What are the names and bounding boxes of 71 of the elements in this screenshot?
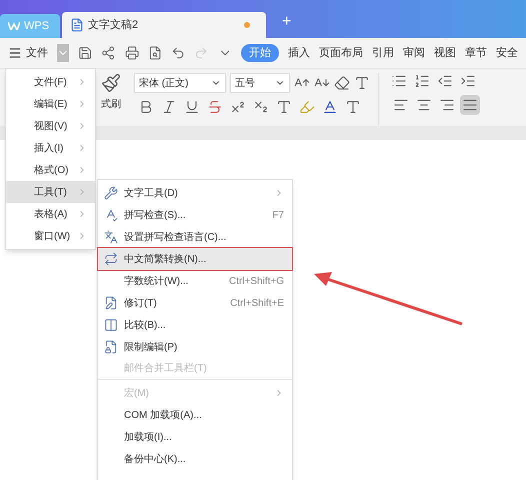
ribbon-tab[interactable]: 插入 (288, 44, 310, 62)
ribbon-tab[interactable]: 审阅 (402, 44, 425, 62)
menu-item[interactable]: 拼写检查(S)... F7 (98, 204, 292, 226)
wrench-icon (104, 186, 118, 200)
printer-icon[interactable] (124, 45, 139, 61)
menu-item[interactable]: 加载项(I)... (98, 426, 292, 448)
menu-item[interactable]: 编辑(E) (6, 93, 95, 115)
ribbon-tab[interactable]: 页面布局 (318, 44, 363, 62)
save-icon[interactable] (78, 45, 92, 61)
shortcut-label: Ctrl+Shift+G (228, 274, 284, 288)
eraser-icon[interactable] (334, 75, 350, 91)
menu-item[interactable]: 文字工具(D) (98, 182, 292, 204)
language-icon (104, 230, 118, 244)
text-effect-icon[interactable] (276, 99, 292, 115)
ribbon-tab[interactable]: 视图 (434, 44, 456, 62)
document-lock-icon (104, 340, 118, 354)
convert-icon (104, 252, 118, 266)
ribbon-tab[interactable]: 引用 (372, 44, 394, 62)
menu-item[interactable]: 比较(B)... (98, 314, 292, 336)
font-size-select[interactable]: 五号 (230, 73, 290, 93)
menu-item[interactable]: 窗口(W) (6, 225, 95, 247)
align-center-icon (416, 97, 432, 113)
character-shading-icon[interactable] (345, 99, 361, 115)
share-icon[interactable] (101, 45, 116, 61)
align-right-icon (439, 97, 455, 113)
subscript-icon[interactable] (253, 99, 269, 115)
menu-item[interactable]: 限制编辑(P) (98, 336, 292, 358)
font-color-icon[interactable] (322, 99, 338, 115)
align-justify-icon (462, 97, 478, 113)
menu-item[interactable]: 备份中心(K)... (98, 448, 292, 470)
numbered-list-icon[interactable] (414, 73, 430, 89)
menu-item[interactable]: 插入(I) (6, 137, 95, 159)
menu-item[interactable]: 视图(V) (6, 115, 95, 137)
menu-item[interactable]: 修订(T) Ctrl+Shift+E (98, 292, 292, 314)
align-justify-button[interactable] (460, 95, 480, 115)
font-select[interactable]: 宋体 (正文) (134, 73, 226, 93)
menu-item[interactable]: 字数统计(W)... Ctrl+Shift+G (98, 270, 292, 292)
indent-icon[interactable] (460, 73, 476, 89)
menu-item[interactable]: 表格(A) (6, 203, 95, 225)
file-menu-button[interactable]: 文件 (8, 44, 48, 62)
menu-icon (8, 46, 22, 60)
spell-check-icon (104, 208, 118, 222)
format-painter-icon[interactable] (101, 73, 121, 93)
menu-item[interactable]: 中文简繁转换(N)... (98, 248, 292, 270)
undo-icon[interactable] (171, 45, 186, 61)
new-tab-button[interactable]: + (282, 10, 292, 34)
document-tab[interactable]: 文字文稿2 (62, 12, 266, 38)
menu-item[interactable]: COM 加载项(A)... (98, 404, 292, 426)
wps-logo-icon (8, 22, 20, 30)
align-left-icon (393, 97, 409, 113)
app-tab-label: WPS (24, 18, 50, 34)
document-tab-label: 文字文稿2 (88, 18, 138, 33)
menu-item[interactable]: 文件(F) (6, 71, 95, 93)
phonetic-guide-icon[interactable] (354, 75, 370, 91)
shortcut-label: F7 (272, 208, 284, 222)
menu-item[interactable]: 设置拼写检查语言(C)... (98, 226, 292, 248)
format-painter-label[interactable]: 式刷 (101, 97, 121, 112)
menu-item[interactable]: 工具(T) (6, 181, 95, 203)
document-icon (70, 18, 84, 32)
strikethrough-icon[interactable] (207, 99, 223, 115)
document-edit-icon (104, 296, 118, 310)
italic-icon[interactable] (161, 99, 177, 115)
compare-icon (104, 318, 118, 332)
print-preview-icon[interactable] (148, 45, 162, 61)
ribbon-tab[interactable]: 章节 (464, 44, 487, 62)
shortcut-label: Ctrl+Shift+E (230, 296, 284, 310)
menu-item[interactable]: 格式(O) (6, 159, 95, 181)
outdent-icon[interactable] (437, 73, 453, 89)
ribbon-tab[interactable]: 安全 (496, 44, 518, 62)
superscript-icon[interactable] (230, 99, 246, 115)
underline-icon[interactable] (184, 99, 200, 115)
